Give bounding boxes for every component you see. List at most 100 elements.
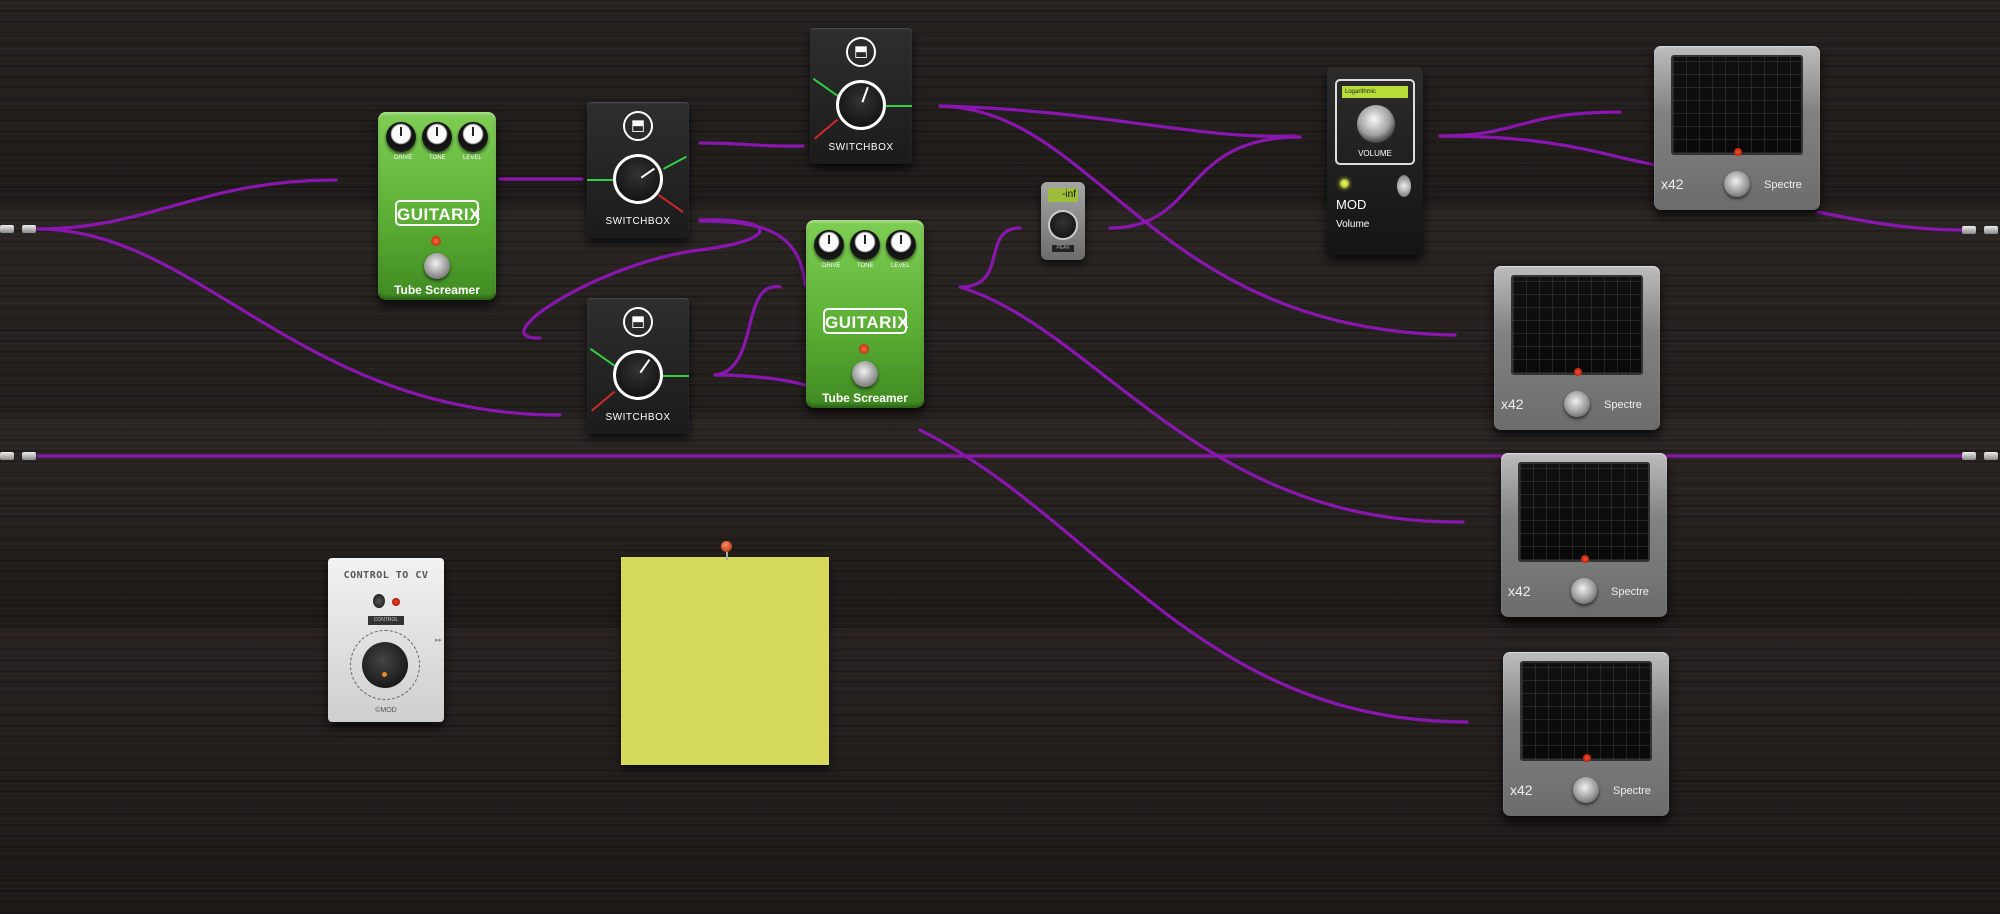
spectrum-screen (1671, 55, 1803, 155)
spectrum-screen (1511, 275, 1643, 375)
status-led (1340, 179, 1349, 188)
switch-line-red (814, 118, 839, 140)
pedal-name: Spectre (1611, 586, 1649, 598)
footswitch[interactable] (424, 253, 450, 279)
bypass-toggle[interactable] (1397, 175, 1411, 197)
cable-ts2-to-spectre3 (958, 285, 1465, 524)
model-label: x42 (1501, 396, 1524, 412)
switch-line-green (589, 348, 616, 367)
spectre-analyzer-2[interactable]: x42 Spectre (1494, 266, 1660, 430)
system-output-jack-2[interactable] (1984, 226, 1998, 234)
system-input-jack-1[interactable] (0, 225, 14, 233)
switch-line-red (657, 194, 684, 213)
switchbox-pedal-1[interactable]: ⬒ SWITCHBOX (587, 102, 689, 238)
tube-screamer-pedal-2[interactable]: DRIVE TONE LEVEL GUITARIX Tube Screamer (806, 220, 924, 408)
switch-line-green (812, 78, 839, 97)
drive-label: DRIVE (822, 263, 841, 269)
system-output-jack-1[interactable] (1962, 226, 1976, 234)
level-display: -inf (1048, 188, 1078, 202)
pedal-name: Spectre (1613, 785, 1651, 797)
disk-icon: ⬒ (846, 37, 876, 67)
cable-peak-to-volume (1108, 135, 1302, 230)
status-led (1581, 555, 1589, 563)
system-input-jack-4[interactable] (22, 452, 36, 460)
status-led (431, 236, 441, 246)
sticky-note[interactable] (621, 557, 829, 765)
footswitch[interactable] (1571, 578, 1597, 604)
status-led (1583, 754, 1591, 762)
model-label: x42 (1508, 583, 1531, 599)
brand-logo: GUITARIX (823, 308, 908, 334)
switch-line-green (663, 155, 687, 170)
bypass-toggle[interactable] (373, 594, 385, 608)
footswitch[interactable] (1724, 171, 1750, 197)
curve-select[interactable]: Logarithmic (1342, 86, 1408, 98)
pin-stem (726, 551, 728, 560)
cable-sb1-to-sb3 (698, 141, 805, 148)
meter-label: PEAK (1052, 245, 1074, 252)
disk-icon: ⬒ (623, 307, 653, 337)
spectrum-screen (1518, 462, 1650, 562)
peak-meter-pedal[interactable]: -inf PEAK (1041, 182, 1085, 260)
pedal-name: Volume (1336, 219, 1370, 230)
pedal-name: SWITCHBOX (605, 216, 671, 227)
spectre-analyzer-4[interactable]: x42 Spectre (1503, 652, 1669, 816)
switch-line-green (587, 179, 613, 181)
control-label: CONTROL (368, 616, 404, 625)
footswitch[interactable] (852, 361, 878, 387)
model-label: x42 (1510, 782, 1533, 798)
switch-line-red (591, 390, 616, 412)
selector-knob[interactable] (613, 154, 663, 204)
status-led (1734, 148, 1742, 156)
cable-spectre1-to-output (1816, 210, 1964, 232)
control-knob[interactable] (362, 642, 408, 688)
spectre-analyzer-1[interactable]: x42 Spectre (1654, 46, 1820, 210)
level-knob[interactable] (458, 122, 488, 152)
system-input-jack-3[interactable] (0, 452, 14, 460)
switchbox-pedal-2[interactable]: ⬒ SWITCHBOX (587, 298, 689, 434)
level-label: LEVEL (891, 263, 910, 269)
system-output-jack-4[interactable] (1984, 452, 1998, 460)
pedalboard-canvas[interactable]: DRIVE TONE LEVEL GUITARIX Tube Screamer … (0, 0, 2000, 914)
tone-knob[interactable] (850, 230, 880, 260)
pedal-name: Tube Screamer (394, 283, 480, 297)
footswitch[interactable] (1573, 777, 1599, 803)
pedal-name: SWITCHBOX (828, 142, 894, 153)
pin-icon[interactable] (721, 541, 732, 552)
system-input-jack-2[interactable] (22, 225, 36, 233)
volume-knob[interactable] (1357, 105, 1395, 143)
spectrum-screen (1520, 661, 1652, 761)
level-knob[interactable] (886, 230, 916, 260)
pedal-name: Tube Screamer (822, 391, 908, 405)
footswitch[interactable] (1564, 391, 1590, 417)
cable-sb2-to-ts2 (713, 285, 782, 377)
switchbox-pedal-3[interactable]: ⬒ SWITCHBOX (810, 28, 912, 164)
tube-screamer-pedal-1[interactable]: DRIVE TONE LEVEL GUITARIX Tube Screamer (378, 112, 496, 300)
status-led (859, 344, 869, 354)
tone-label: TONE (857, 263, 874, 269)
pedal-name: Spectre (1764, 179, 1802, 191)
tone-label: TONE (429, 155, 446, 161)
system-output-jack-3[interactable] (1962, 452, 1976, 460)
brand-logo: GUITARIX (395, 200, 480, 226)
brand-label: MOD (1336, 197, 1367, 212)
cable-volume-to-spectre1 (1438, 110, 1622, 138)
brand-label: ©MOD (375, 707, 397, 714)
drive-knob[interactable] (814, 230, 844, 260)
status-led (1574, 368, 1582, 376)
switch-line-green (886, 105, 912, 107)
pedal-name: SWITCHBOX (605, 412, 671, 423)
spectre-analyzer-3[interactable]: x42 Spectre (1501, 453, 1667, 617)
gain-knob[interactable] (1048, 210, 1078, 240)
cable-sb2-to-ts2-b (713, 373, 807, 387)
control-to-cv-pedal[interactable]: CONTROL TO CV CONTROL ▸▸ ©MOD (328, 558, 444, 722)
disk-icon: ⬒ (623, 111, 653, 141)
pedal-name: Spectre (1604, 399, 1642, 411)
mod-volume-pedal[interactable]: Logarithmic VOLUME MOD Volume (1327, 67, 1423, 255)
cv-output-jack[interactable]: ▸▸ (435, 636, 442, 644)
selector-knob[interactable] (613, 350, 663, 400)
selector-knob[interactable] (836, 80, 886, 130)
status-led (392, 598, 400, 606)
drive-knob[interactable] (386, 122, 416, 152)
tone-knob[interactable] (422, 122, 452, 152)
